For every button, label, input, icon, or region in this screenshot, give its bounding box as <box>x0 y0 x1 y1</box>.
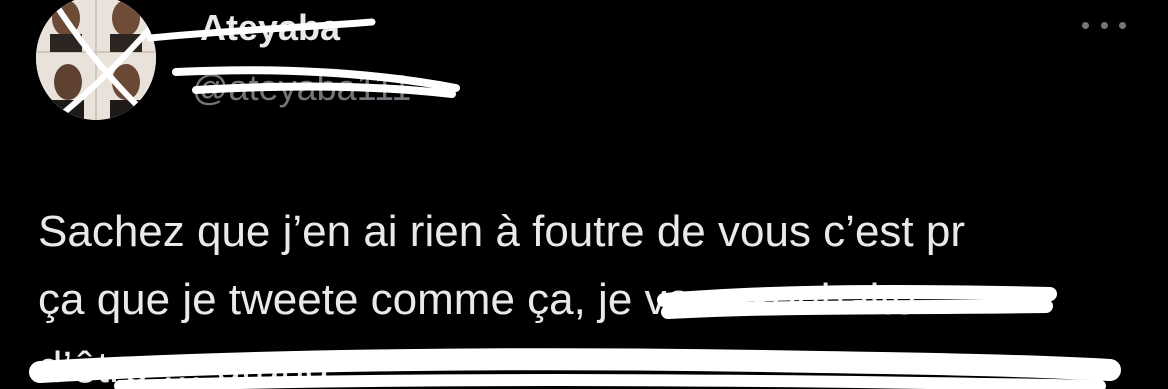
display-name[interactable]: Ateyaba <box>200 6 340 50</box>
tweet-card[interactable]: Ateyaba @ateyaba111 Sachez que j’en ai r… <box>0 0 1168 389</box>
tweet-text-line-3: d’être … grand. <box>38 343 342 389</box>
tweet-text-line-2: ça que je tweete comme ça, je vous souha… <box>38 275 917 324</box>
avatar[interactable] <box>36 0 156 120</box>
dot <box>1082 21 1089 29</box>
tweet-text: Sachez que j’en ai rien à foutre de vous… <box>38 198 1148 389</box>
more-horizontal-icon[interactable] <box>1082 10 1126 40</box>
avatar-image <box>36 0 156 120</box>
dot <box>1100 21 1108 29</box>
user-handle[interactable]: @ateyaba111 <box>192 66 411 110</box>
tweet-text-line-1: Sachez que j’en ai rien à foutre de vous… <box>38 207 965 256</box>
dot <box>1119 21 1126 29</box>
